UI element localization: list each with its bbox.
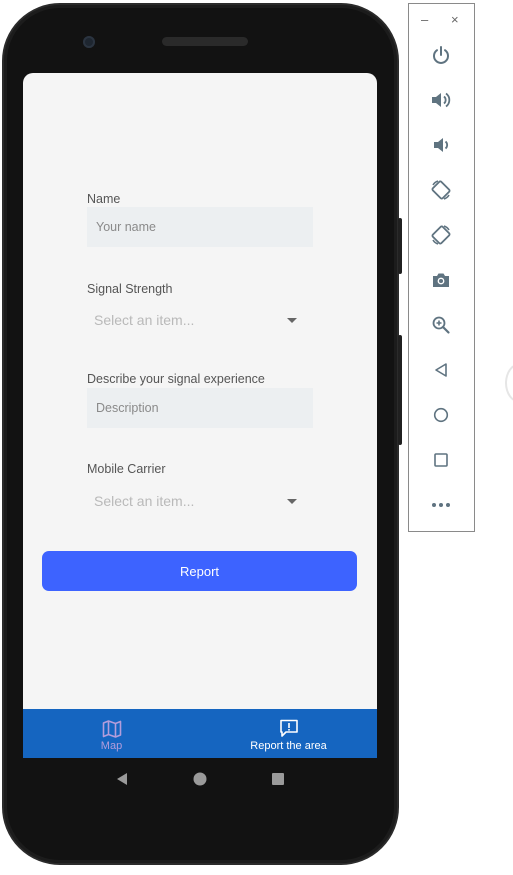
emulator-stage: Name Signal Strength Select an item... D… <box>0 0 513 875</box>
power-icon[interactable] <box>428 42 454 68</box>
signal-strength-value: Select an item... <box>94 312 195 328</box>
toolbar-window-controls: – × <box>409 12 474 28</box>
close-button[interactable]: × <box>451 12 459 28</box>
home-icon[interactable] <box>188 767 212 791</box>
overview-icon[interactable] <box>428 447 454 473</box>
nav-item-report-the-area[interactable]: Report the area <box>200 709 377 758</box>
report-button[interactable]: Report <box>42 551 357 591</box>
signal-strength-label: Signal Strength <box>87 282 173 296</box>
signal-strength-select[interactable]: Select an item... <box>87 305 299 335</box>
report-icon <box>278 719 300 739</box>
app-screen: Name Signal Strength Select an item... D… <box>23 73 377 758</box>
nav-item-map[interactable]: Map <box>23 709 200 758</box>
chevron-down-icon <box>287 317 297 323</box>
system-navigation-bar <box>23 758 377 800</box>
edge-decoration <box>505 363 513 403</box>
description-label: Describe your signal experience <box>87 372 265 386</box>
rotate-right-icon[interactable] <box>428 222 454 248</box>
chevron-down-icon <box>287 498 297 504</box>
mobile-carrier-select[interactable]: Select an item... <box>87 486 299 516</box>
volume-down-icon[interactable] <box>428 132 454 158</box>
side-volume-key <box>398 335 402 445</box>
front-camera <box>83 36 95 48</box>
mobile-carrier-value: Select an item... <box>94 493 195 509</box>
nav-label-report-the-area: Report the area <box>250 739 327 752</box>
bottom-navigation: Map Report the area <box>23 709 377 758</box>
map-icon <box>101 719 123 739</box>
zoom-icon[interactable] <box>428 312 454 338</box>
description-input[interactable] <box>87 388 313 428</box>
volume-up-icon[interactable] <box>428 87 454 113</box>
side-power-key <box>398 218 402 274</box>
rotate-left-icon[interactable] <box>428 177 454 203</box>
more-icon[interactable] <box>428 492 454 518</box>
nav-label-map: Map <box>100 739 123 752</box>
name-label: Name <box>87 192 121 206</box>
mobile-carrier-label: Mobile Carrier <box>87 462 166 476</box>
earpiece-speaker <box>162 37 248 46</box>
back-icon[interactable] <box>110 767 134 791</box>
name-input[interactable] <box>87 207 313 247</box>
back-icon[interactable] <box>428 357 454 383</box>
home-icon[interactable] <box>428 402 454 428</box>
camera-icon[interactable] <box>428 267 454 293</box>
minimize-button[interactable]: – <box>421 12 428 28</box>
recents-icon[interactable] <box>266 767 290 791</box>
emulator-toolbar: – × <box>408 3 475 532</box>
